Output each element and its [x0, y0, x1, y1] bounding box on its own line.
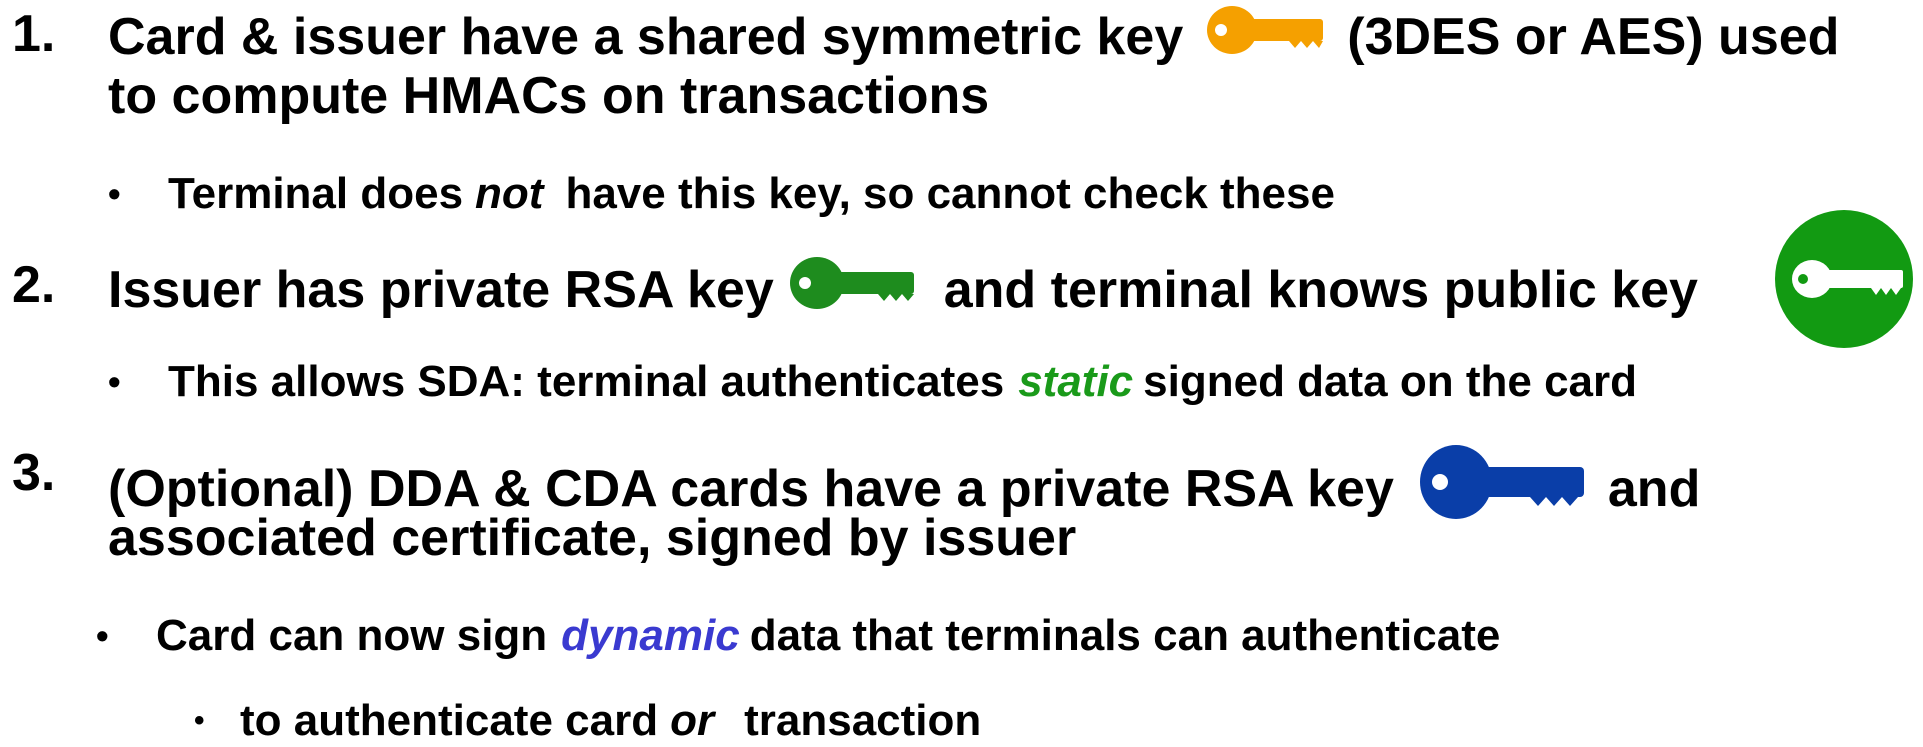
orange-key-icon — [1205, 4, 1324, 69]
item-3-number: 3. — [12, 444, 56, 502]
item-2-bullet-post: signed data on the card — [1143, 357, 1638, 406]
item-2-bullet-emphasis: static — [1018, 357, 1134, 406]
item-3-subbullet-pre: to authenticate card — [240, 696, 659, 745]
item-3-text-b: and — [1607, 459, 1701, 518]
item-1-bullet: Terminal does not have this key, so cann… — [168, 168, 1335, 220]
item-1-text-b: (3DES or AES) used — [1347, 7, 1840, 66]
item-2-line-1: Issuer has private RSA key and terminal … — [108, 255, 1698, 324]
item-3-subbullet-post: transaction — [744, 696, 982, 745]
item-1-line-1: Card & issuer have a shared symmetric ke… — [108, 4, 1839, 69]
item-1-bullet-emphasis: not — [475, 169, 544, 218]
item-2-bullet-pre: This allows SDA: terminal authenticates — [168, 357, 1005, 406]
blue-key-icon — [1418, 443, 1584, 534]
item-3-bullet: Card can now sign dynamic data that term… — [156, 610, 1500, 662]
item-1-bullet-marker: • — [108, 173, 121, 214]
item-3-subbullet-marker: • — [194, 704, 205, 737]
item-1-bullet-pre: Terminal does — [168, 169, 464, 218]
item-3-subbullet-emphasis: or — [670, 696, 715, 745]
item-3-bullet-emphasis: dynamic — [561, 611, 740, 660]
item-2-text-a: Issuer has private RSA key — [108, 260, 774, 319]
green-circle-key-icon — [1775, 210, 1913, 348]
item-1-bullet-post: have this key, so cannot check these — [565, 169, 1335, 218]
item-2-number: 2. — [12, 256, 56, 314]
item-1-number: 1. — [12, 5, 56, 63]
item-3-line-2: associated certificate, signed by issuer — [108, 509, 1077, 567]
item-3-bullet-post: data that terminals can authenticate — [749, 611, 1501, 660]
item-1-line-2: to compute HMACs on transactions — [108, 67, 990, 125]
item-3-bullet-marker: • — [96, 615, 109, 656]
item-3-bullet-pre: Card can now sign — [156, 611, 548, 660]
item-2-bullet: This allows SDA: terminal authenticates … — [168, 356, 1637, 408]
green-key-icon — [788, 255, 914, 324]
item-3-subbullet: to authenticate card or transaction — [240, 695, 981, 747]
item-2-text-b: and terminal knows public key — [943, 260, 1698, 319]
item-2-bullet-marker: • — [108, 361, 121, 402]
item-1-text-a: Card & issuer have a shared symmetric ke… — [108, 7, 1184, 66]
